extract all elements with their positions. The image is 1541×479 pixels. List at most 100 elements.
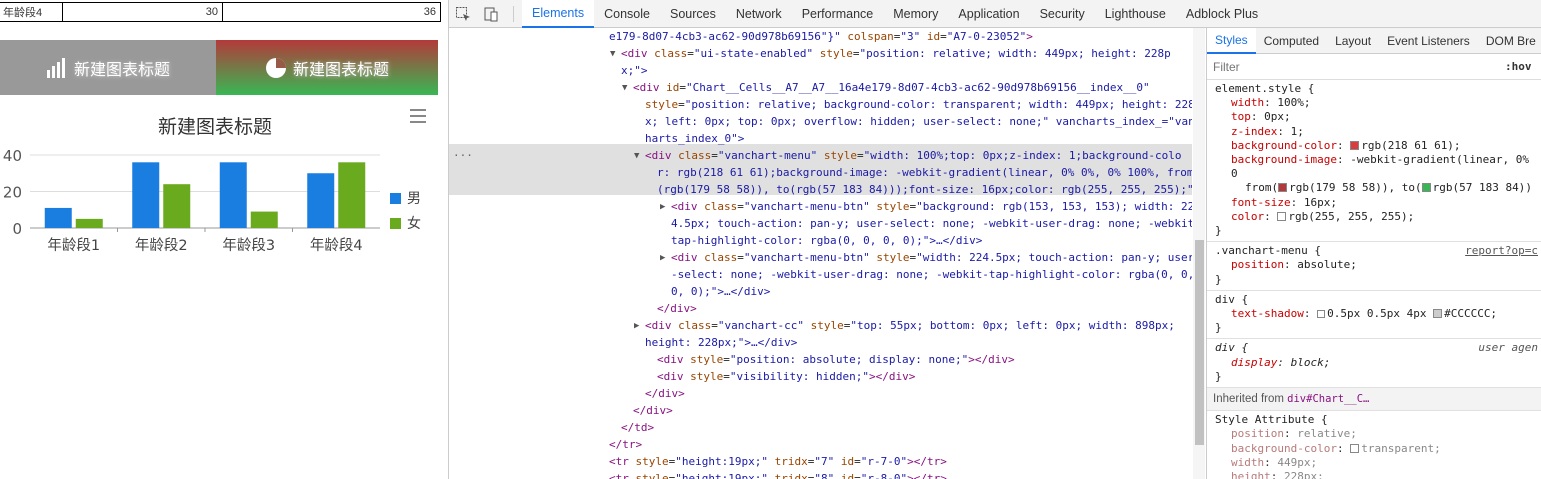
dom-node-line[interactable]: style="position: relative; background-co…: [645, 96, 1192, 113]
node-actions-dots[interactable]: ...: [453, 144, 473, 161]
devtools-tab-memory[interactable]: Memory: [883, 0, 948, 28]
styles-tab-dom-bre[interactable]: DOM Bre: [1478, 28, 1541, 54]
css-declaration[interactable]: width: 449px;: [1215, 456, 1536, 470]
css-declaration[interactable]: z-index: 1;: [1215, 125, 1536, 139]
dom-node-line[interactable]: <div class="vanchart-cc" style="top: 55p…: [645, 317, 1175, 334]
styles-tab-layout[interactable]: Layout: [1327, 28, 1379, 54]
expand-toggle-icon[interactable]: ▶: [660, 250, 665, 267]
bar-chart-switch-label: 新建图表标题: [73, 59, 170, 79]
dom-node-line[interactable]: -select: none; -webkit-user-drag: none; …: [671, 266, 1192, 283]
color-swatch[interactable]: [1277, 211, 1287, 221]
css-declaration[interactable]: position: relative;: [1215, 427, 1536, 441]
devtools-tab-lighthouse[interactable]: Lighthouse: [1095, 0, 1176, 28]
dom-node-line[interactable]: <div style="position: absolute; display:…: [657, 351, 1015, 368]
dom-node-line[interactable]: <tr style="height:19px;" tridx="8" id="r…: [609, 470, 947, 479]
expand-toggle-icon[interactable]: ▼: [610, 46, 615, 63]
elements-scrollbar-thumb[interactable]: [1195, 240, 1204, 445]
dom-node-line[interactable]: r: rgb(218 61 61);background-image: -web…: [657, 164, 1192, 181]
inspect-element-icon[interactable]: [449, 0, 477, 28]
shadow-editor-icon[interactable]: [1317, 310, 1326, 319]
dom-node-line[interactable]: </tr>: [609, 436, 642, 453]
dom-node-line[interactable]: tap-highlight-color: rgba(0, 0, 0, 0);">…: [671, 232, 982, 249]
expand-toggle-icon[interactable]: ▼: [622, 80, 627, 97]
dom-node-line[interactable]: </td>: [621, 419, 654, 436]
css-declaration[interactable]: background-image: -webkit-gradient(linea…: [1215, 153, 1536, 181]
styles-tabs: Styles Computed Layout Event Listeners DOM B…: [1207, 28, 1541, 54]
dom-node-line[interactable]: (rgb(179 58 58)), to(rgb(57 183 84)));fo…: [657, 181, 1192, 198]
devtools-tab-adblock-plus[interactable]: Adblock Plus: [1176, 0, 1268, 28]
devtools-tab-application[interactable]: Application: [948, 0, 1029, 28]
user-agent-label: user agen: [1478, 341, 1538, 355]
x-tick-label: 年龄段2: [135, 237, 188, 254]
expand-toggle-icon[interactable]: ▶: [634, 318, 639, 335]
hover-state-toggle[interactable]: :hov: [1505, 60, 1532, 73]
dom-node-line[interactable]: x; left: 0px; top: 0px; overflow: hidden…: [645, 113, 1192, 130]
dom-node-line[interactable]: e179-8d07-4cb3-ac62-90d978b69156"}" cols…: [609, 28, 1033, 45]
female-value-cell[interactable]: 36: [222, 2, 441, 22]
devtools-tab-performance[interactable]: Performance: [792, 0, 884, 28]
devtools-tab-console[interactable]: Console: [594, 0, 660, 28]
bar-male[interactable]: [132, 162, 160, 228]
styles-filter-row: :hov: [1207, 54, 1541, 80]
css-declaration[interactable]: top: 0px;: [1215, 110, 1536, 124]
dom-node-line[interactable]: <tr style="height:19px;" tridx="7" id="r…: [609, 453, 947, 470]
y-tick-label: 20: [3, 184, 22, 202]
device-toolbar-icon[interactable]: [477, 0, 505, 28]
color-swatch[interactable]: [1433, 309, 1443, 319]
css-declaration[interactable]: color: rgb(255, 255, 255);: [1215, 210, 1536, 224]
dom-node-line[interactable]: 4.5px; touch-action: pan-y; user-select:…: [671, 215, 1192, 232]
devtools-tab-sources[interactable]: Sources: [660, 0, 726, 28]
legend-item-male[interactable]: 男: [390, 188, 421, 208]
dom-node-line[interactable]: <div class="vanchart-menu-btn" style="wi…: [671, 249, 1192, 266]
dom-node-line[interactable]: height: 228px;">…</div>: [645, 334, 797, 351]
pie-chart-switch-button[interactable]: 新建图表标题: [216, 40, 438, 95]
styles-tab-event-listeners[interactable]: Event Listeners: [1379, 28, 1478, 54]
legend-label-male: 男: [407, 191, 421, 207]
bar-female[interactable]: [250, 211, 278, 228]
bar-female[interactable]: [338, 162, 366, 228]
dom-node-line[interactable]: <div style="visibility: hidden;"></div>: [657, 368, 915, 385]
color-swatch[interactable]: [1350, 443, 1360, 453]
y-tick-label: 40: [3, 147, 22, 165]
bar-male[interactable]: [44, 207, 72, 228]
bar-male[interactable]: [219, 162, 247, 228]
dom-node-line[interactable]: <div class="vanchart-menu" style="width:…: [645, 147, 1181, 164]
styles-tab-computed[interactable]: Computed: [1256, 28, 1327, 54]
dom-node-line[interactable]: <div class="vanchart-menu-btn" style="ba…: [671, 198, 1192, 215]
dom-node-line[interactable]: harts_index_0">: [645, 130, 744, 147]
styles-filter-input[interactable]: [1213, 57, 1491, 76]
dom-node-line[interactable]: <div id="Chart__Cells__A7__A7__16a4e179-…: [633, 79, 1150, 96]
color-swatch[interactable]: [1350, 140, 1360, 150]
dom-node-line[interactable]: 0, 0);">…</div>: [671, 283, 770, 300]
y-tick-label: 0: [12, 220, 22, 238]
dom-node-line[interactable]: </div>: [633, 402, 673, 419]
legend-item-female[interactable]: 女: [390, 213, 421, 233]
rule-source-link[interactable]: report?op=c: [1465, 244, 1538, 258]
color-swatch[interactable]: [1421, 183, 1431, 193]
expand-toggle-icon[interactable]: ▶: [660, 199, 665, 216]
devtools-tab-elements[interactable]: Elements: [522, 0, 595, 28]
color-swatch[interactable]: [1278, 183, 1288, 193]
age-group-cell[interactable]: 年龄段4: [0, 2, 63, 22]
bar-female[interactable]: [163, 184, 191, 228]
dom-node-line[interactable]: </div>: [645, 385, 685, 402]
css-declaration[interactable]: width: 100%;: [1215, 96, 1536, 110]
dom-node-line[interactable]: <div class="ui-state-enabled" style="pos…: [621, 45, 1171, 62]
dom-node-line[interactable]: x;">: [621, 62, 648, 79]
dom-node-line[interactable]: </div>: [657, 300, 697, 317]
css-declaration[interactable]: height: 228px;: [1215, 470, 1536, 479]
css-declaration[interactable]: background-color: rgb(218 61 61);: [1215, 139, 1536, 153]
styles-tab-styles[interactable]: Styles: [1207, 28, 1256, 54]
devtools-tab-security[interactable]: Security: [1030, 0, 1095, 28]
legend-swatch-male: [390, 192, 401, 204]
chart-switch-menu: 新建图表标题 新建图表标题: [0, 40, 438, 95]
css-declaration[interactable]: background-color: transparent;: [1215, 442, 1536, 456]
male-value-cell[interactable]: 30: [62, 2, 223, 22]
css-declaration[interactable]: font-size: 16px;: [1215, 196, 1536, 210]
bar-male[interactable]: [307, 173, 335, 228]
inherited-from-link[interactable]: div#Chart__C…: [1287, 393, 1369, 405]
devtools-tab-network[interactable]: Network: [726, 0, 792, 28]
expand-toggle-icon[interactable]: ▼: [634, 148, 639, 165]
bar-female[interactable]: [75, 218, 103, 228]
bar-chart-switch-button[interactable]: 新建图表标题: [0, 40, 216, 95]
